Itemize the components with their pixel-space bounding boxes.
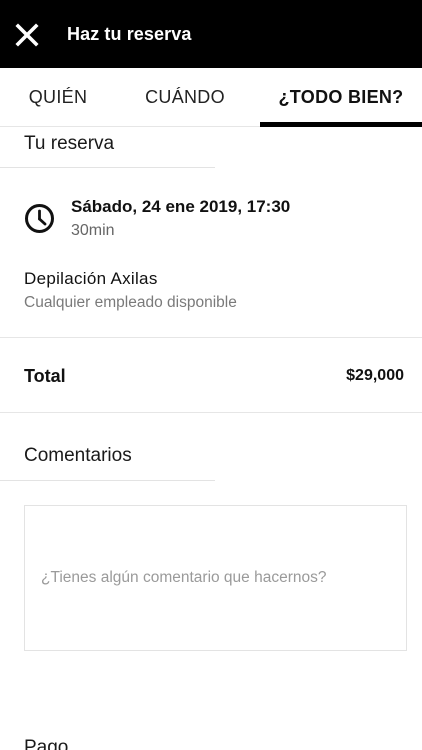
close-icon[interactable] xyxy=(14,22,40,48)
total-label: Total xyxy=(24,366,66,386)
divider xyxy=(0,337,422,338)
reservation-duration: 30min xyxy=(71,222,115,239)
app-bar: Haz tu reserva xyxy=(0,0,422,68)
clock-icon xyxy=(24,203,55,234)
service-name: Depilación Axilas xyxy=(24,269,158,288)
reservation-section-title: Tu reserva xyxy=(24,133,115,154)
tab-bar: QUIÉN CUÁNDO ¿TODO BIEN? xyxy=(0,68,422,127)
active-tab-indicator xyxy=(260,122,422,127)
tab-cuando[interactable]: CUÁNDO xyxy=(116,68,254,127)
tab-todo-bien[interactable]: ¿TODO BIEN? xyxy=(260,68,422,127)
comments-section-title: Comentarios xyxy=(24,445,132,466)
page-title: Haz tu reserva xyxy=(67,24,192,44)
divider xyxy=(0,412,422,413)
payment-section-title: Pago xyxy=(24,737,69,750)
section-divider xyxy=(0,480,215,481)
tab-quien[interactable]: QUIÉN xyxy=(0,68,116,127)
reservation-date: Sábado, 24 ene 2019, 17:30 xyxy=(71,197,291,216)
total-value: $29,000 xyxy=(346,367,404,384)
comments-field[interactable] xyxy=(24,505,407,651)
service-staff: Cualquier empleado disponible xyxy=(24,294,237,311)
section-divider xyxy=(0,167,215,168)
